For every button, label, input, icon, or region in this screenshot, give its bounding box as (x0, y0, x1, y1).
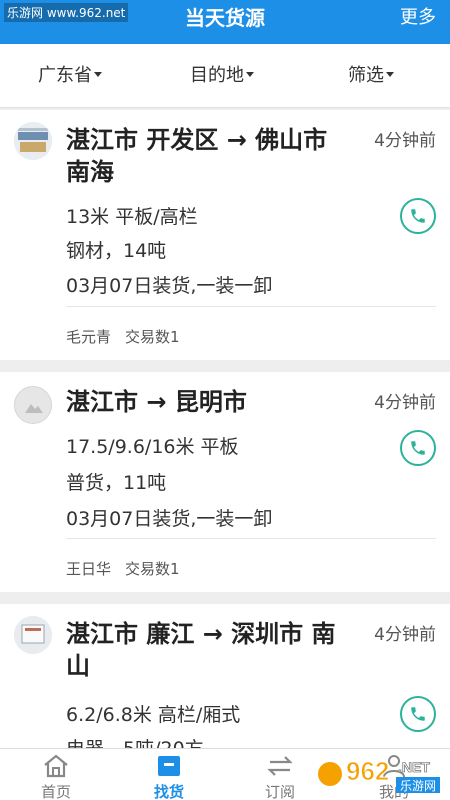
app-header: 乐游网 www.962.net 当天货源 更多 (0, 0, 450, 44)
site-logo-icon: 962 .NET 乐游网 (318, 756, 440, 793)
post-time: 4分钟前 (374, 625, 436, 645)
route-text: 湛江市 → 昆明市 (66, 388, 247, 416)
nav-subscribe-label: 订阅 (264, 783, 295, 800)
loading-info: 03月07日装货,一装一卸 (66, 275, 273, 297)
destination-filter[interactable]: 目的地 (190, 44, 254, 108)
more-button[interactable]: 更多 (400, 0, 436, 36)
avatar (14, 122, 52, 160)
phone-icon (411, 441, 425, 455)
company-photo-icon (14, 616, 52, 654)
filter-bar: 广东省 目的地 筛选 (0, 44, 450, 108)
svg-text:乐游网: 乐游网 (400, 779, 436, 793)
screen-filter[interactable]: 筛选 (348, 44, 394, 108)
phone-icon (411, 707, 425, 721)
cargo-card[interactable]: 湛江市 开发区 → 佛山市 南海 4分钟前 13米 平板/高栏 钢材，14吨 0… (0, 110, 450, 360)
subscribe-arrows-icon (267, 756, 293, 776)
site-logo-watermark: 962 .NET 乐游网 (316, 750, 446, 798)
company-photo-icon (14, 122, 52, 160)
call-button[interactable] (400, 430, 436, 466)
truck-spec: 6.2/6.8米 高栏/厢式 (66, 704, 241, 726)
avatar (14, 386, 52, 424)
post-time: 4分钟前 (374, 393, 436, 413)
route-text: 湛江市 廉江 → 深圳市 南山 (66, 620, 336, 680)
cargo-info: 钢材，14吨 (66, 240, 167, 262)
shipper-name: 毛元青 (66, 328, 112, 346)
divider (66, 538, 436, 539)
destination-filter-label: 目的地 (190, 65, 244, 86)
nav-subscribe[interactable]: 订阅 (250, 749, 310, 800)
phone-icon (411, 209, 425, 223)
cargo-info: 普货，11吨 (66, 472, 167, 494)
province-filter-label: 广东省 (38, 65, 92, 86)
screen-filter-label: 筛选 (348, 65, 384, 86)
loading-info: 03月07日装货,一装一卸 (66, 508, 273, 530)
dropdown-caret-icon (94, 72, 102, 77)
province-filter[interactable]: 广东省 (38, 44, 102, 108)
deal-count: 交易数1 (125, 328, 180, 346)
cargo-info: 电器，5吨/20方 (66, 734, 204, 748)
home-icon (44, 754, 68, 778)
truck-spec: 17.5/9.6/16米 平板 (66, 436, 239, 458)
default-avatar-icon (15, 387, 51, 423)
deal-count: 交易数1 (125, 560, 180, 578)
truck-spec: 13米 平板/高栏 (66, 206, 198, 228)
dropdown-caret-icon (386, 72, 394, 77)
card-footer: 毛元青 交易数1 (66, 326, 180, 347)
cargo-card[interactable]: 湛江市 廉江 → 深圳市 南山 4分钟前 6.2/6.8米 高栏/厢式 电器，5… (0, 604, 450, 748)
nav-find-cargo-label: 找货 (153, 783, 184, 800)
route-text: 湛江市 开发区 → 佛山市 南海 (66, 126, 328, 186)
avatar (14, 616, 52, 654)
divider (66, 306, 436, 307)
svg-text:962: 962 (346, 756, 389, 786)
nav-home-label: 首页 (40, 783, 71, 800)
post-time: 4分钟前 (374, 131, 436, 151)
call-button[interactable] (400, 696, 436, 732)
cargo-box-icon (158, 756, 180, 776)
nav-home[interactable]: 首页 (26, 749, 86, 800)
nav-find-cargo[interactable]: 找货 (139, 749, 199, 800)
page-title: 当天货源 (185, 6, 265, 30)
cargo-card[interactable]: 湛江市 → 昆明市 4分钟前 17.5/9.6/16米 平板 普货，11吨 03… (0, 372, 450, 592)
call-button[interactable] (400, 198, 436, 234)
dropdown-caret-icon (246, 72, 254, 77)
card-footer: 王日华 交易数1 (66, 558, 180, 579)
shipper-name: 王日华 (66, 560, 112, 578)
svg-text:.NET: .NET (398, 759, 430, 775)
